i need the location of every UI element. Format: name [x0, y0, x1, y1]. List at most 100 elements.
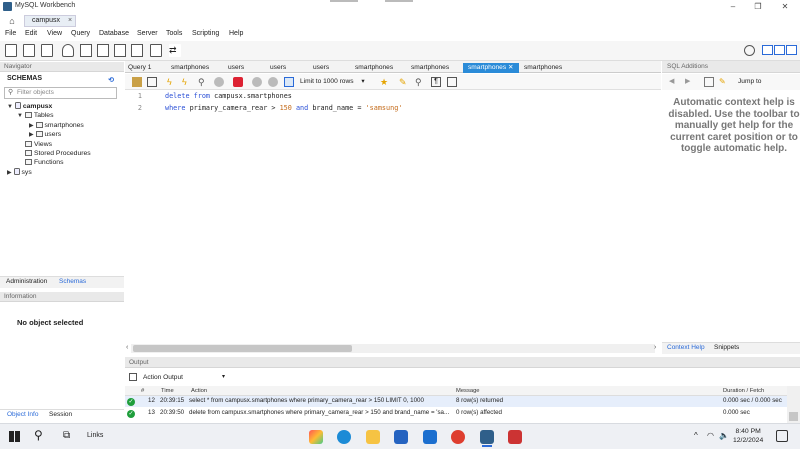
menu-view[interactable]: View: [47, 30, 62, 37]
wifi-icon[interactable]: ◠: [707, 431, 714, 440]
create-function-icon[interactable]: [131, 44, 143, 57]
auto-help-icon[interactable]: ✎: [719, 77, 729, 87]
collapse-arrow-icon[interactable]: ▶: [7, 170, 12, 176]
volume-icon[interactable]: 🔈: [719, 431, 729, 440]
schema-sys[interactable]: ▶ sys: [7, 168, 32, 178]
open-sql-script-icon[interactable]: [23, 44, 35, 57]
new-sql-tab-icon[interactable]: [5, 44, 17, 57]
chevron-down-icon[interactable]: ▾: [222, 373, 225, 380]
functions-node[interactable]: Functions: [25, 158, 63, 167]
menu-query[interactable]: Query: [71, 30, 90, 37]
commit-icon[interactable]: [252, 77, 262, 87]
procedures-node[interactable]: Stored Procedures: [25, 149, 91, 158]
tab-query-1[interactable]: Query 1: [128, 63, 151, 73]
beautify-icon[interactable]: ✎: [399, 77, 409, 87]
close-icon[interactable]: ✕: [508, 64, 514, 71]
mail-icon[interactable]: [423, 430, 437, 444]
search-table-data-icon[interactable]: [150, 44, 162, 57]
workbench-taskbar-icon[interactable]: [480, 430, 494, 444]
store-icon[interactable]: [394, 430, 408, 444]
notifications-icon[interactable]: [776, 430, 788, 442]
create-table-icon[interactable]: [80, 44, 92, 57]
home-icon[interactable]: ⌂: [4, 15, 20, 27]
tab-smartphones[interactable]: smartphones: [355, 63, 393, 73]
code-line-1[interactable]: delete from campusx.smartphones: [165, 92, 292, 100]
minimize-button[interactable]: –: [724, 1, 742, 13]
reconnect-icon[interactable]: ⇄: [169, 44, 181, 57]
file-explorer-icon[interactable]: [366, 430, 380, 444]
back-icon[interactable]: ◀: [669, 77, 674, 85]
code-line-2[interactable]: where primary_camera_rear > 150 and bran…: [165, 104, 402, 112]
links-toolbar-label[interactable]: Links: [87, 432, 103, 439]
execute-icon[interactable]: ϟ: [167, 77, 177, 87]
add-snippet-icon[interactable]: ★: [380, 77, 390, 87]
tab-schemas[interactable]: Schemas: [59, 278, 86, 285]
menu-scripting[interactable]: Scripting: [192, 30, 219, 37]
expand-arrow-icon[interactable]: ▼: [17, 113, 23, 119]
tab-users[interactable]: users: [228, 63, 244, 73]
menu-file[interactable]: File: [5, 30, 16, 37]
edge-icon[interactable]: [337, 430, 351, 444]
tab-object-info[interactable]: Object Info: [7, 411, 38, 418]
find-icon[interactable]: ⚲: [415, 77, 425, 87]
windows-start-icon[interactable]: [9, 431, 20, 442]
connection-tab-campusx[interactable]: campusx ×: [24, 15, 76, 27]
tab-smartphones-active[interactable]: smartphones ✕: [463, 63, 519, 73]
clock[interactable]: 8:40 PM 12/2/2024: [733, 427, 763, 445]
limit-rows-select[interactable]: Limit to 1000 rows ▾: [300, 77, 372, 87]
forward-icon[interactable]: ▶: [685, 77, 690, 85]
explain-icon[interactable]: ⚲: [198, 77, 208, 87]
menu-database[interactable]: Database: [99, 30, 129, 37]
scrollbar-thumb[interactable]: [133, 345, 352, 352]
toggle-output-icon[interactable]: [774, 45, 785, 55]
menu-help[interactable]: Help: [229, 30, 243, 37]
views-node[interactable]: Views: [25, 140, 52, 149]
save-icon[interactable]: [147, 77, 157, 87]
app-taskbar-icon[interactable]: [508, 430, 522, 444]
task-view-icon[interactable]: ⧉: [63, 430, 70, 441]
jump-to-select[interactable]: Jump to: [738, 78, 761, 85]
tab-smartphones[interactable]: smartphones: [171, 63, 209, 73]
tab-session[interactable]: Session: [49, 411, 72, 418]
execute-current-icon[interactable]: ϟ: [182, 77, 192, 87]
tables-node[interactable]: ▼ Tables: [17, 111, 54, 121]
menu-server[interactable]: Server: [137, 30, 158, 37]
collapse-arrow-icon[interactable]: ▶: [29, 132, 34, 138]
maximize-button[interactable]: ❐: [749, 1, 767, 13]
menu-edit[interactable]: Edit: [25, 30, 37, 37]
collapse-arrow-icon[interactable]: ▶: [29, 123, 34, 129]
expand-arrow-icon[interactable]: ▼: [7, 104, 13, 110]
copy-output-icon[interactable]: [129, 373, 137, 381]
tab-users[interactable]: users: [270, 63, 286, 73]
create-view-icon[interactable]: [97, 44, 109, 57]
tab-administration[interactable]: Administration: [6, 278, 47, 285]
copilot-icon[interactable]: [309, 430, 323, 444]
rollback-icon[interactable]: [268, 77, 278, 87]
open-file-icon[interactable]: [132, 77, 142, 87]
menu-tools[interactable]: Tools: [166, 30, 182, 37]
refresh-icon[interactable]: ⟲: [108, 74, 114, 88]
scroll-right-icon[interactable]: ›: [654, 344, 656, 351]
autocommit-icon[interactable]: [284, 77, 294, 87]
chevron-up-icon[interactable]: ^: [694, 431, 698, 440]
close-button[interactable]: ✕: [776, 1, 794, 13]
inspector-icon[interactable]: [41, 44, 53, 57]
table-users[interactable]: ▶ users: [29, 130, 61, 140]
stop-icon[interactable]: [214, 77, 224, 87]
gear-icon[interactable]: [744, 45, 755, 56]
output-mode-select[interactable]: Action Output: [143, 374, 183, 381]
scrollbar-thumb[interactable]: [789, 412, 798, 421]
tab-smartphones[interactable]: smartphones: [524, 63, 562, 73]
toggle-secondary-sidebar-icon[interactable]: [786, 45, 797, 55]
create-procedure-icon[interactable]: [114, 44, 126, 57]
tab-users[interactable]: users: [313, 63, 329, 73]
close-icon[interactable]: ×: [68, 17, 72, 24]
toggle-sidebar-icon[interactable]: [762, 45, 773, 55]
search-icon[interactable]: ⚲: [34, 428, 43, 442]
tab-smartphones[interactable]: smartphones: [411, 63, 449, 73]
sql-editor[interactable]: [125, 90, 661, 343]
tab-snippets[interactable]: Snippets: [714, 344, 739, 351]
wrap-lines-icon[interactable]: [447, 77, 457, 87]
tab-context-help[interactable]: Context Help: [667, 344, 705, 351]
scroll-left-icon[interactable]: ‹: [126, 344, 128, 351]
